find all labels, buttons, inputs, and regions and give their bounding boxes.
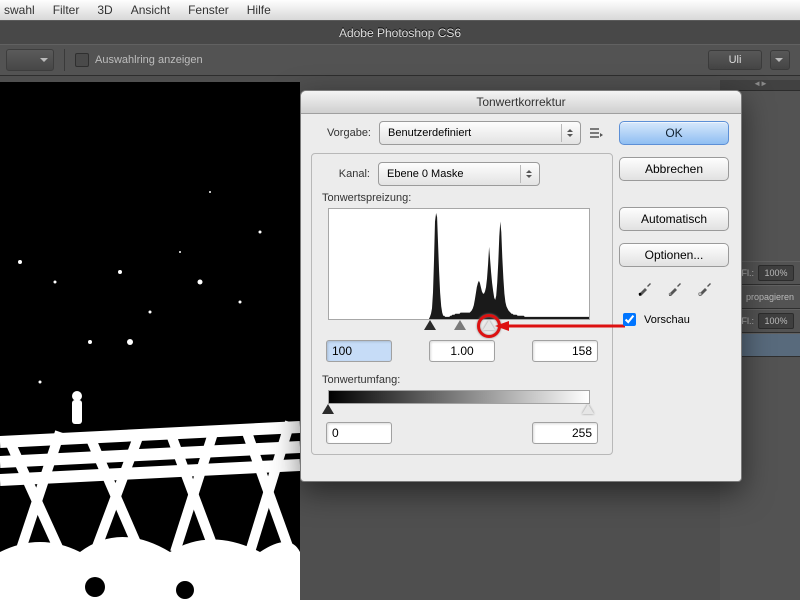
output-black-field[interactable]: 0: [326, 422, 392, 444]
menu-item[interactable]: swahl: [4, 3, 35, 17]
output-levels-label: Tonwertumfang:: [322, 374, 602, 386]
workspace-name[interactable]: Uli: [708, 50, 762, 70]
preset-label: Vorgabe:: [311, 127, 371, 139]
input-slider-track[interactable]: [328, 320, 590, 334]
channel-select[interactable]: Ebene 0 Maske: [378, 162, 540, 186]
fill-value[interactable]: 100%: [758, 265, 794, 281]
app-title: Adobe Photoshop CS6: [0, 20, 800, 46]
histogram: [328, 208, 590, 320]
show-marquee-checkbox[interactable]: [75, 53, 89, 67]
menu-item[interactable]: 3D: [97, 3, 112, 17]
output-white-slider[interactable]: [582, 404, 594, 414]
levels-dialog: Tonwertkorrektur Vorgabe: Benutzerdefini…: [300, 90, 742, 482]
layer-fill-value[interactable]: 100%: [758, 313, 794, 329]
input-white-field[interactable]: 158: [532, 340, 598, 362]
options-bar: Auswahlring anzeigen Uli: [0, 44, 800, 76]
output-gradient: [328, 390, 590, 404]
options-button[interactable]: Optionen...: [619, 243, 729, 267]
input-black-field[interactable]: 100: [326, 340, 392, 362]
mask-preview: [0, 82, 300, 600]
eyedropper-black-icon[interactable]: [636, 279, 654, 300]
ok-button[interactable]: OK: [619, 121, 729, 145]
document-canvas[interactable]: [0, 82, 300, 600]
workspace-menu[interactable]: [770, 50, 790, 70]
output-black-slider[interactable]: [322, 404, 334, 414]
input-gamma-field[interactable]: 1.00: [429, 340, 495, 362]
preview-label: Vorschau: [644, 314, 690, 326]
preset-select[interactable]: Benutzerdefiniert: [379, 121, 581, 145]
workspace-switcher[interactable]: Uli: [708, 50, 790, 70]
input-levels-label: Tonwertspreizung:: [322, 192, 602, 204]
preset-value: Benutzerdefiniert: [388, 127, 471, 139]
tool-preset-dropdown[interactable]: [6, 49, 54, 71]
white-point-slider[interactable]: [483, 320, 495, 330]
preset-menu-icon[interactable]: [589, 126, 603, 140]
black-point-slider[interactable]: [424, 320, 436, 330]
output-slider-track[interactable]: [328, 404, 590, 416]
separator: [64, 49, 65, 71]
mac-menubar[interactable]: swahl Filter 3D Ansicht Fenster Hilfe: [0, 0, 800, 21]
output-white-field[interactable]: 255: [532, 422, 598, 444]
dialog-title: Tonwertkorrektur: [301, 91, 741, 114]
preview-checkbox[interactable]: [623, 313, 636, 326]
menu-item[interactable]: Fenster: [188, 3, 229, 17]
layer-fill-label: Fl.:: [742, 316, 755, 326]
menu-item[interactable]: Hilfe: [247, 3, 271, 17]
propagate-label: propagieren: [746, 292, 794, 302]
fill-label: Fl.:: [742, 268, 755, 278]
cancel-button[interactable]: Abbrechen: [619, 157, 729, 181]
eyedropper-white-icon[interactable]: [696, 279, 714, 300]
channel-value: Ebene 0 Maske: [387, 168, 463, 180]
eyedropper-gray-icon[interactable]: [666, 279, 684, 300]
menu-item[interactable]: Ansicht: [131, 3, 170, 17]
channel-label: Kanal:: [322, 168, 370, 180]
menu-item[interactable]: Filter: [53, 3, 80, 17]
annotation-arrow: [495, 318, 625, 334]
auto-button[interactable]: Automatisch: [619, 207, 729, 231]
show-marquee-label: Auswahlring anzeigen: [95, 54, 203, 66]
midtone-slider[interactable]: [454, 320, 466, 330]
